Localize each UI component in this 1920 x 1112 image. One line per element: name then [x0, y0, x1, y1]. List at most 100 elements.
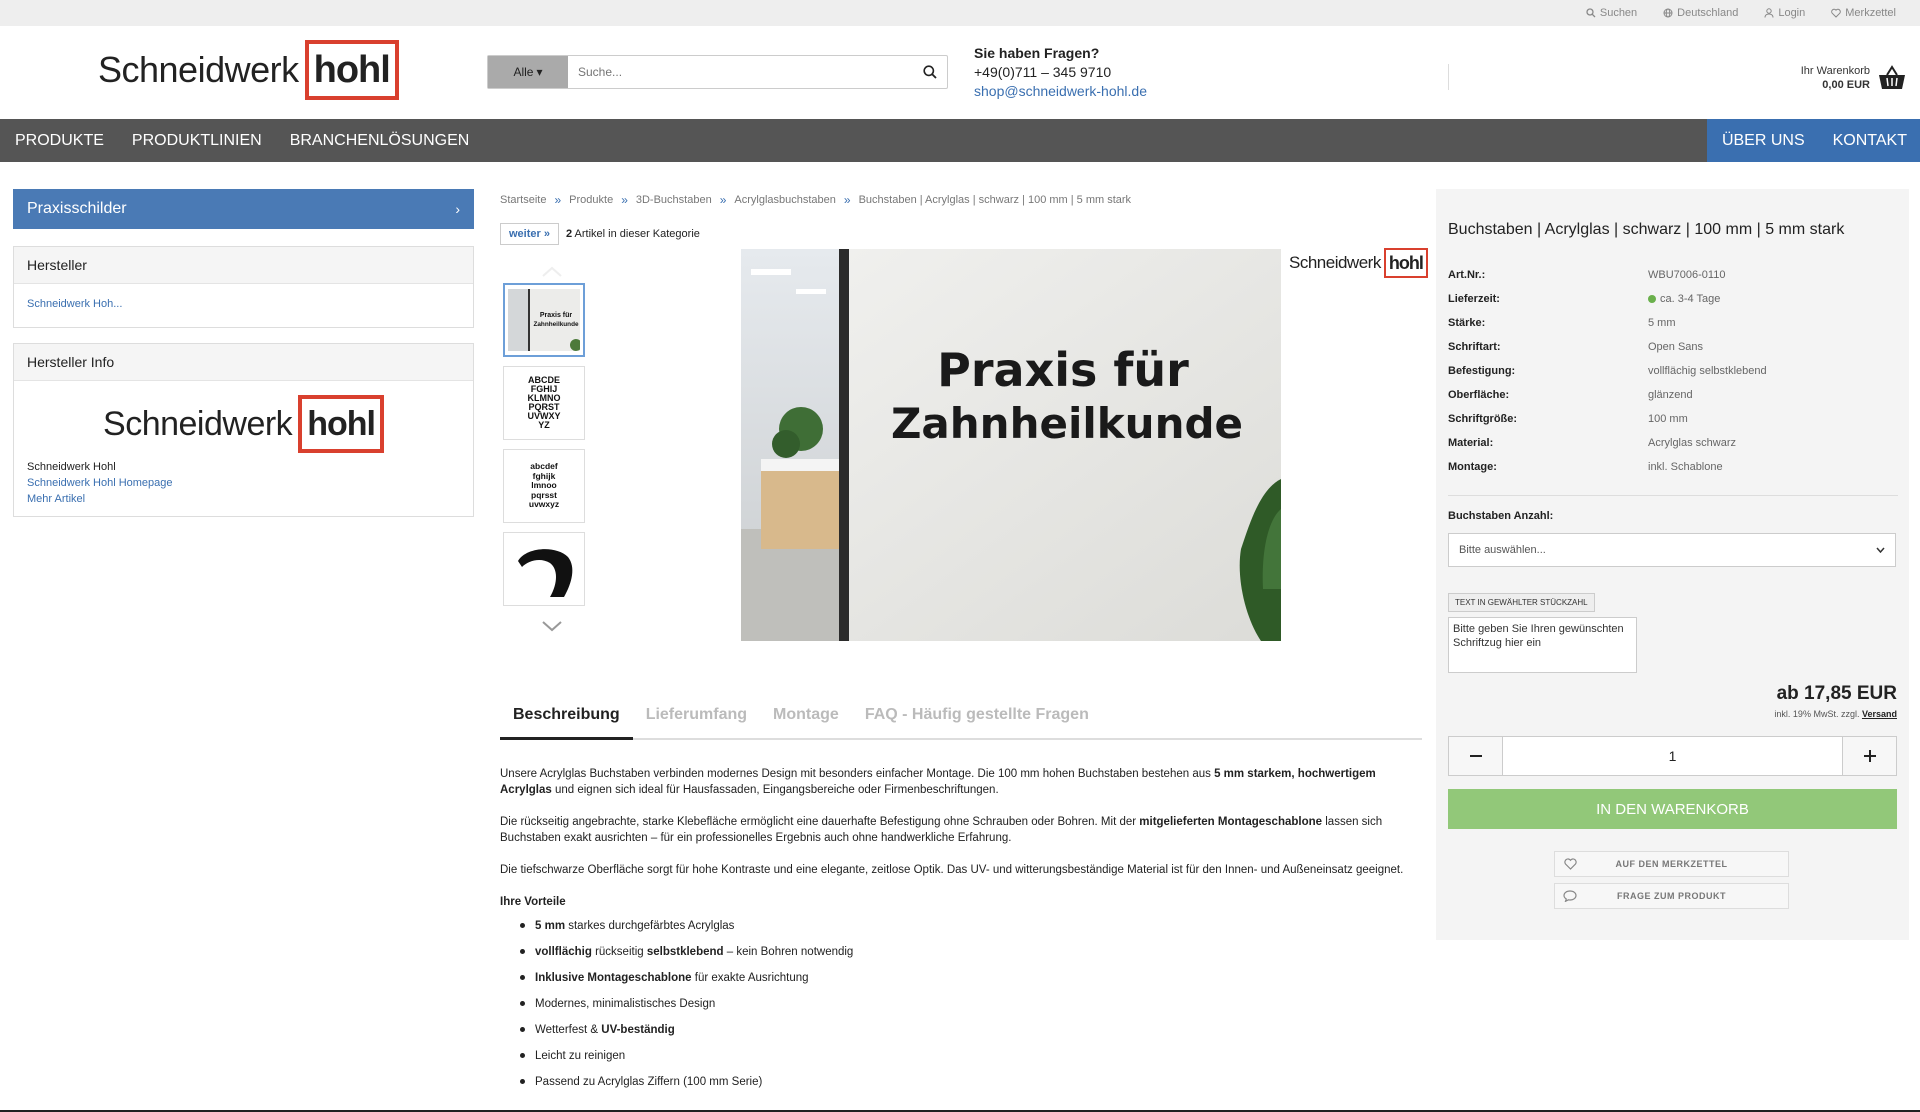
product-description: Unsere Acrylglas Buchstaben verbinden mo…	[500, 766, 1422, 1100]
manufacturer-homepage-link[interactable]: Schneidwerk Hohl Homepage	[27, 475, 460, 491]
property-row: Befestigung: vollflächig selbstklebend	[1448, 365, 1898, 377]
nav-item-ueber-uns[interactable]: ÜBER UNS	[1706, 119, 1818, 162]
letters-count-label: Buchstaben Anzahl:	[1448, 510, 1554, 522]
custom-text-input[interactable]: Bitte geben Sie Ihren gewünschten Schrif…	[1448, 617, 1637, 673]
brand-logo-box: hohl	[1383, 248, 1428, 278]
description-paragraph: Die tiefschwarze Oberfläche sorgt für ho…	[500, 864, 1404, 876]
tab-faq[interactable]: FAQ - Häufig gestellte Fragen	[852, 700, 1102, 740]
nav-item-kontakt[interactable]: KONTAKT	[1817, 119, 1920, 162]
contact-email[interactable]: shop@schneidwerk-hohl.de	[974, 83, 1147, 99]
ask-label: FRAGE ZUM PRODUKT	[1617, 891, 1726, 901]
top-search-label: Suchen	[1599, 7, 1638, 19]
thumbnail-4[interactable]	[503, 532, 585, 606]
thumbs-down-arrow[interactable]	[540, 620, 564, 634]
search-bar: Alle ▾	[487, 55, 948, 89]
ask-question-button[interactable]: FRAGE ZUM PRODUKT	[1554, 883, 1789, 909]
tab-lieferumfang[interactable]: Lieferumfang	[633, 700, 760, 740]
breadcrumb-item[interactable]: Produkte	[569, 194, 613, 206]
thumbnail-1[interactable]: Praxis für Zahnheilkunde	[503, 283, 585, 357]
globe-icon	[1663, 8, 1673, 18]
product-tabs: Beschreibung Lieferumfang Montage FAQ - …	[500, 700, 1422, 740]
property-row: Art.Nr.: WBU7006-0110	[1448, 269, 1898, 281]
thumbnail-3[interactable]: abcdef fghijk lmnoo pqrsst uvwxyz	[503, 449, 585, 523]
breadcrumb-item[interactable]: 3D-Buchstaben	[636, 194, 712, 206]
manufacturer-panel: Hersteller Schneidwerk Hoh...	[13, 246, 474, 328]
search-button[interactable]	[913, 56, 947, 88]
top-country-link[interactable]: Deutschland	[1663, 7, 1738, 19]
nav-item-produkte[interactable]: PRODUKTE	[0, 119, 117, 162]
property-key: Art.Nr.:	[1448, 269, 1486, 281]
logo-text: Schneidwerk	[98, 49, 299, 90]
minus-icon	[1469, 755, 1482, 757]
thumb-text-2: Zahnheilkunde	[533, 321, 579, 328]
breadcrumb-separator: »	[719, 193, 727, 207]
property-key: Montage:	[1448, 461, 1497, 473]
user-icon	[1764, 8, 1774, 18]
next-article-button[interactable]: weiter »	[500, 223, 559, 245]
list-item: Wetterfest & UV-beständig	[520, 1022, 1422, 1038]
site-logo[interactable]: Schneidwerk hohl	[98, 40, 399, 100]
chevron-right-icon: ›	[455, 201, 460, 217]
top-bar: Suchen Deutschland Login Merkzettel	[0, 0, 1920, 26]
text-bold: vollflächig	[535, 946, 592, 958]
contact-phone[interactable]: +49(0)711 – 345 9710	[974, 63, 1147, 82]
thumb-letters-line: YZ	[538, 420, 550, 430]
price-block: ab 17,85 EUR inkl. 19% MwSt. zzgl. Versa…	[1774, 683, 1897, 719]
list-item: 5 mm starkes durchgefärbtes Acrylglas	[520, 918, 1422, 934]
thumbnail-2[interactable]: ABCDE FGHIJ KLMNO PQRST UVWXY YZ	[503, 366, 585, 440]
quantity-decrease-button[interactable]	[1449, 737, 1502, 775]
property-row: Stärke: 5 mm	[1448, 317, 1898, 329]
thumbs-up-arrow[interactable]	[540, 264, 564, 278]
property-value: Acrylglas schwarz	[1648, 437, 1737, 449]
tax-text: inkl. 19% MwSt. zzgl.	[1774, 709, 1860, 719]
property-key: Material:	[1448, 437, 1494, 449]
property-row: Schriftart: Open Sans	[1448, 341, 1898, 353]
text: Die rückseitig angebrachte, starke Klebe…	[500, 816, 1140, 828]
breadcrumb-item[interactable]: Startseite	[500, 194, 546, 206]
manufacturer-logo-box: hohl	[298, 395, 384, 453]
top-login-label: Login	[1778, 7, 1806, 19]
tab-montage[interactable]: Montage	[760, 700, 852, 740]
tab-beschreibung[interactable]: Beschreibung	[500, 700, 633, 740]
text-bold: Inklusive Montageschablone	[535, 972, 692, 984]
breadcrumb-item[interactable]: Acrylglasbuchstaben	[734, 194, 836, 206]
article-count-text: Artikel in dieser Kategorie	[574, 228, 700, 240]
cart-button[interactable]: Ihr Warenkorb 0,00 EUR	[1801, 64, 1906, 92]
shipping-link[interactable]: Versand	[1862, 709, 1897, 719]
cart-label: Ihr Warenkorb	[1800, 65, 1870, 77]
search-category-dropdown[interactable]: Alle ▾	[488, 56, 568, 88]
product-title: Buchstaben | Acrylglas | schwarz | 100 m…	[1448, 221, 1845, 238]
nav-item-produktlinien[interactable]: PRODUKTLINIEN	[117, 119, 275, 162]
main-nav: PRODUKTE PRODUKTLINIEN BRANCHENLÖSUNGEN …	[0, 119, 1920, 162]
divider	[1448, 495, 1898, 496]
top-login-link[interactable]: Login	[1764, 7, 1805, 19]
quantity-input[interactable]: 1	[1502, 737, 1843, 775]
main-product-image[interactable]: Praxis für Zahnheilkunde	[741, 249, 1281, 641]
top-wishlist-link[interactable]: Merkzettel	[1831, 7, 1896, 19]
sidebar-category-praxisschilder[interactable]: Praxisschilder ›	[13, 189, 474, 229]
chat-bubble-icon	[1555, 890, 1585, 902]
manufacturer-more-link[interactable]: Mehr Artikel	[27, 491, 460, 507]
property-value: inkl. Schablone	[1648, 461, 1723, 473]
top-search-link[interactable]: Suchen	[1586, 7, 1637, 19]
text-bold: UV-beständig	[601, 1024, 675, 1036]
property-value: vollflächig selbstklebend	[1648, 365, 1767, 377]
property-key: Schriftgröße:	[1448, 413, 1518, 425]
add-to-cart-button[interactable]: IN DEN WARENKORB	[1448, 789, 1897, 829]
quantity-increase-button[interactable]	[1843, 737, 1896, 775]
list-item: Leicht zu reinigen	[520, 1048, 1422, 1064]
list-item: Passend zu Acrylglas Ziffern (100 mm Ser…	[520, 1074, 1422, 1090]
letters-count-value: Bitte auswählen...	[1459, 544, 1546, 556]
add-to-wishlist-button[interactable]: AUF DEN MERKZETTEL	[1554, 851, 1789, 877]
manufacturer-link[interactable]: Schneidwerk Hoh...	[27, 298, 122, 310]
brand-logo-text: Schneidwerk	[1289, 253, 1381, 272]
manufacturer-info-panel: Hersteller Info Schneidwerk hohl Schneid…	[13, 343, 474, 517]
thumbnail-sign-image: Praxis für Zahnheilkunde	[508, 289, 580, 351]
search-input[interactable]	[568, 56, 913, 88]
property-key: Lieferzeit:	[1448, 293, 1500, 305]
letters-count-select[interactable]: Bitte auswählen...	[1448, 533, 1896, 567]
chevron-down-icon	[1876, 547, 1885, 553]
cart-text: Ihr Warenkorb 0,00 EUR	[1801, 64, 1870, 92]
price: ab 17,85 EUR	[1776, 683, 1897, 704]
nav-item-branchenloesungen[interactable]: BRANCHENLÖSUNGEN	[275, 119, 483, 162]
